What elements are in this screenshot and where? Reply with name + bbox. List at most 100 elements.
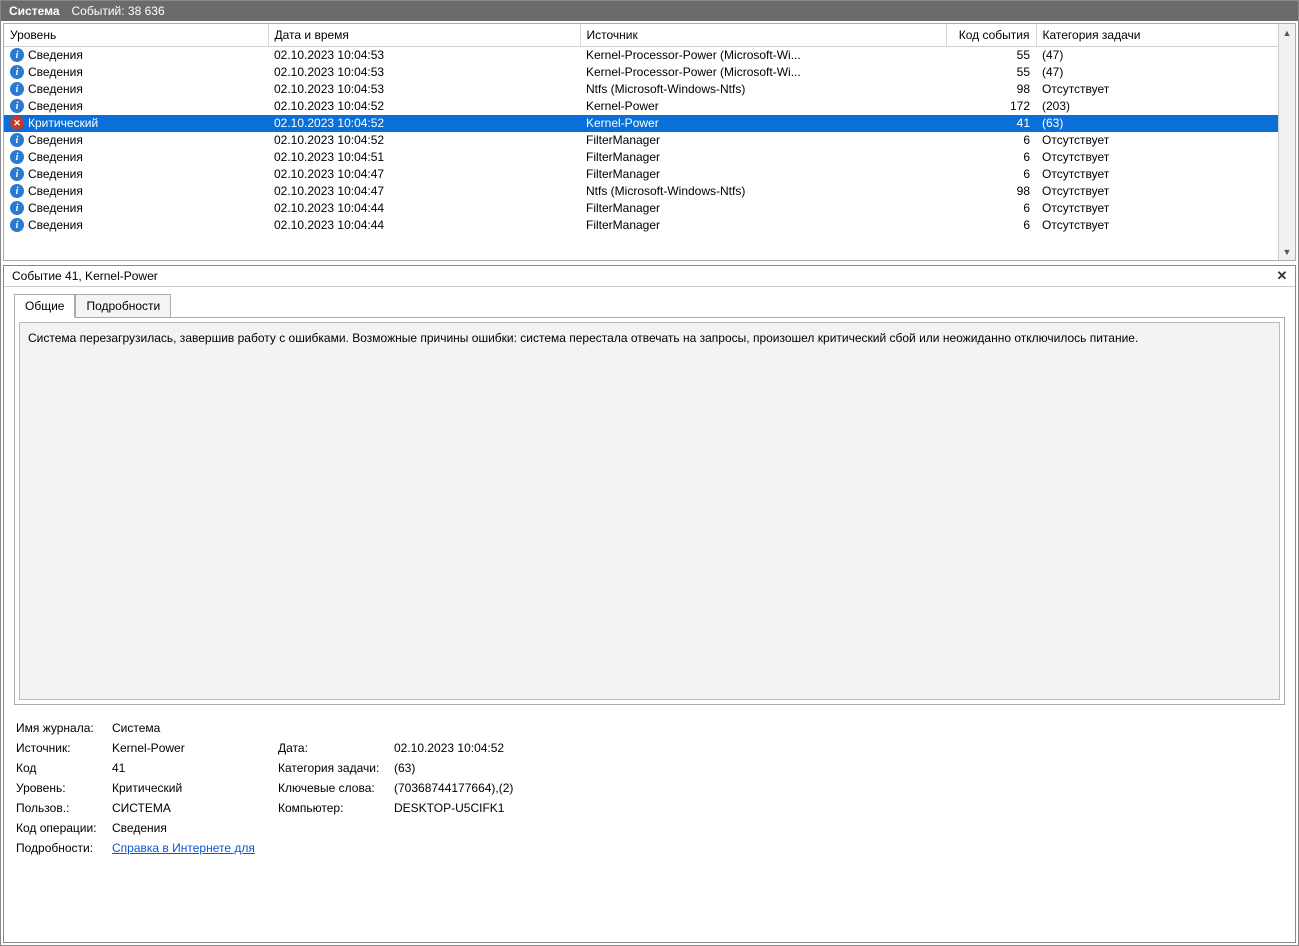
cell-event-id: 6: [946, 217, 1036, 234]
cell-task: Отсутствует: [1036, 132, 1295, 149]
level-text: Критический: [28, 116, 98, 130]
lbl-event-id: Код: [16, 761, 106, 775]
level-text: Сведения: [28, 133, 83, 147]
help-link[interactable]: Справка в Интернете для: [112, 841, 255, 855]
scroll-down-icon[interactable]: ▼: [1279, 243, 1295, 260]
level-text: Сведения: [28, 65, 83, 79]
table-row[interactable]: Сведения 02.10.2023 10:04:53Kernel-Proces…: [4, 64, 1295, 81]
col-datetime[interactable]: Дата и время: [268, 24, 580, 47]
cell-datetime: 02.10.2023 10:04:52: [268, 98, 580, 115]
cell-datetime: 02.10.2023 10:04:52: [268, 132, 580, 149]
cell-task: Отсутствует: [1036, 166, 1295, 183]
val-user: СИСТЕМА: [112, 801, 272, 815]
info-icon: [10, 48, 24, 62]
level-text: Сведения: [28, 167, 83, 181]
log-title-bar: Система Событий: 38 636: [1, 1, 1298, 21]
table-row[interactable]: Сведения02.10.2023 10:04:51FilterManager…: [4, 149, 1295, 166]
cell-datetime: 02.10.2023 10:04:53: [268, 64, 580, 81]
table-row[interactable]: Сведения02.10.2023 10:04:44FilterManager…: [4, 217, 1295, 234]
val-source: Kernel-Power: [112, 741, 272, 755]
scroll-up-icon[interactable]: ▲: [1279, 24, 1295, 41]
info-icon: [10, 82, 24, 96]
table-row[interactable]: Сведения 02.10.2023 10:04:53Ntfs (Microso…: [4, 81, 1295, 98]
cell-source: FilterManager: [580, 200, 946, 217]
events-scrollbar[interactable]: ▲ ▼: [1278, 24, 1295, 260]
val-event-id: 41: [112, 761, 272, 775]
lbl-source: Источник:: [16, 741, 106, 755]
tab-general[interactable]: Общие: [14, 294, 75, 318]
cell-event-id: 98: [946, 81, 1036, 98]
cell-source: Kernel-Power: [580, 115, 946, 132]
cell-task: (63): [1036, 115, 1295, 132]
cell-event-id: 55: [946, 47, 1036, 65]
val-opcode: Сведения: [112, 821, 694, 835]
cell-source: Kernel-Processor-Power (Microsoft-Wi...: [580, 64, 946, 81]
cell-source: Ntfs (Microsoft-Windows-Ntfs): [580, 81, 946, 98]
col-level[interactable]: Уровень: [4, 24, 268, 47]
level-text: Сведения: [28, 150, 83, 164]
log-title: Система: [9, 4, 60, 18]
error-icon: [10, 116, 24, 130]
level-text: Сведения: [28, 82, 83, 96]
cell-event-id: 172: [946, 98, 1036, 115]
cell-source: Ntfs (Microsoft-Windows-Ntfs): [580, 183, 946, 200]
cell-task: Отсутствует: [1036, 183, 1295, 200]
cell-task: Отсутствует: [1036, 217, 1295, 234]
cell-datetime: 02.10.2023 10:04:47: [268, 183, 580, 200]
lbl-opcode: Код операции:: [16, 821, 106, 835]
event-description: Система перезагрузилась, завершив работу…: [19, 322, 1280, 700]
close-icon[interactable]: ✕: [1273, 268, 1291, 284]
table-row[interactable]: Сведения 02.10.2023 10:04:52Kernel-Power1…: [4, 98, 1295, 115]
info-icon: [10, 167, 24, 181]
table-row[interactable]: Критический 02.10.2023 10:04:52Kernel-Pow…: [4, 115, 1295, 132]
cell-datetime: 02.10.2023 10:04:44: [268, 217, 580, 234]
lbl-date: Дата:: [278, 741, 388, 755]
info-icon: [10, 218, 24, 232]
val-log-name: Система: [112, 721, 694, 735]
cell-task: Отсутствует: [1036, 81, 1295, 98]
info-icon: [10, 150, 24, 164]
cell-datetime: 02.10.2023 10:04:53: [268, 47, 580, 65]
events-count: Событий: 38 636: [72, 4, 165, 18]
cell-event-id: 6: [946, 132, 1036, 149]
table-row[interactable]: Сведения02.10.2023 10:04:44FilterManager…: [4, 200, 1295, 217]
info-icon: [10, 99, 24, 113]
val-level: Критический: [112, 781, 272, 795]
cell-source: Kernel-Power: [580, 98, 946, 115]
lbl-log-name: Имя журнала:: [16, 721, 106, 735]
cell-source: FilterManager: [580, 217, 946, 234]
table-row[interactable]: Сведения 02.10.2023 10:04:53Kernel-Proces…: [4, 47, 1295, 65]
cell-source: Kernel-Processor-Power (Microsoft-Wi...: [580, 47, 946, 65]
lbl-keywords: Ключевые слова:: [278, 781, 388, 795]
lbl-level: Уровень:: [16, 781, 106, 795]
info-icon: [10, 184, 24, 198]
level-text: Сведения: [28, 48, 83, 62]
val-keywords: (70368744177664),(2): [394, 781, 694, 795]
table-row[interactable]: Сведения02.10.2023 10:04:47FilterManager…: [4, 166, 1295, 183]
lbl-task-category: Категория задачи:: [278, 761, 388, 775]
val-computer: DESKTOP-U5CIFK1: [394, 801, 694, 815]
col-source[interactable]: Источник: [580, 24, 946, 47]
cell-event-id: 98: [946, 183, 1036, 200]
cell-datetime: 02.10.2023 10:04:52: [268, 115, 580, 132]
cell-event-id: 6: [946, 149, 1036, 166]
col-task-category[interactable]: Категория задачи: [1036, 24, 1295, 47]
cell-task: Отсутствует: [1036, 200, 1295, 217]
cell-datetime: 02.10.2023 10:04:53: [268, 81, 580, 98]
table-row[interactable]: Сведения 02.10.2023 10:04:47Ntfs (Microso…: [4, 183, 1295, 200]
cell-task: (47): [1036, 47, 1295, 65]
cell-event-id: 6: [946, 200, 1036, 217]
events-table[interactable]: Уровень Дата и время Источник Код событи…: [4, 24, 1295, 234]
val-date: 02.10.2023 10:04:52: [394, 741, 694, 755]
level-text: Сведения: [28, 99, 83, 113]
val-task-category: (63): [394, 761, 694, 775]
detail-title: Событие 41, Kernel-Power: [12, 269, 158, 283]
table-header-row[interactable]: Уровень Дата и время Источник Код событи…: [4, 24, 1295, 47]
info-icon: [10, 65, 24, 79]
tab-details[interactable]: Подробности: [75, 294, 171, 318]
cell-task: Отсутствует: [1036, 149, 1295, 166]
cell-datetime: 02.10.2023 10:04:51: [268, 149, 580, 166]
table-row[interactable]: Сведения02.10.2023 10:04:52FilterManager…: [4, 132, 1295, 149]
col-event-id[interactable]: Код события: [946, 24, 1036, 47]
level-text: Сведения: [28, 184, 83, 198]
